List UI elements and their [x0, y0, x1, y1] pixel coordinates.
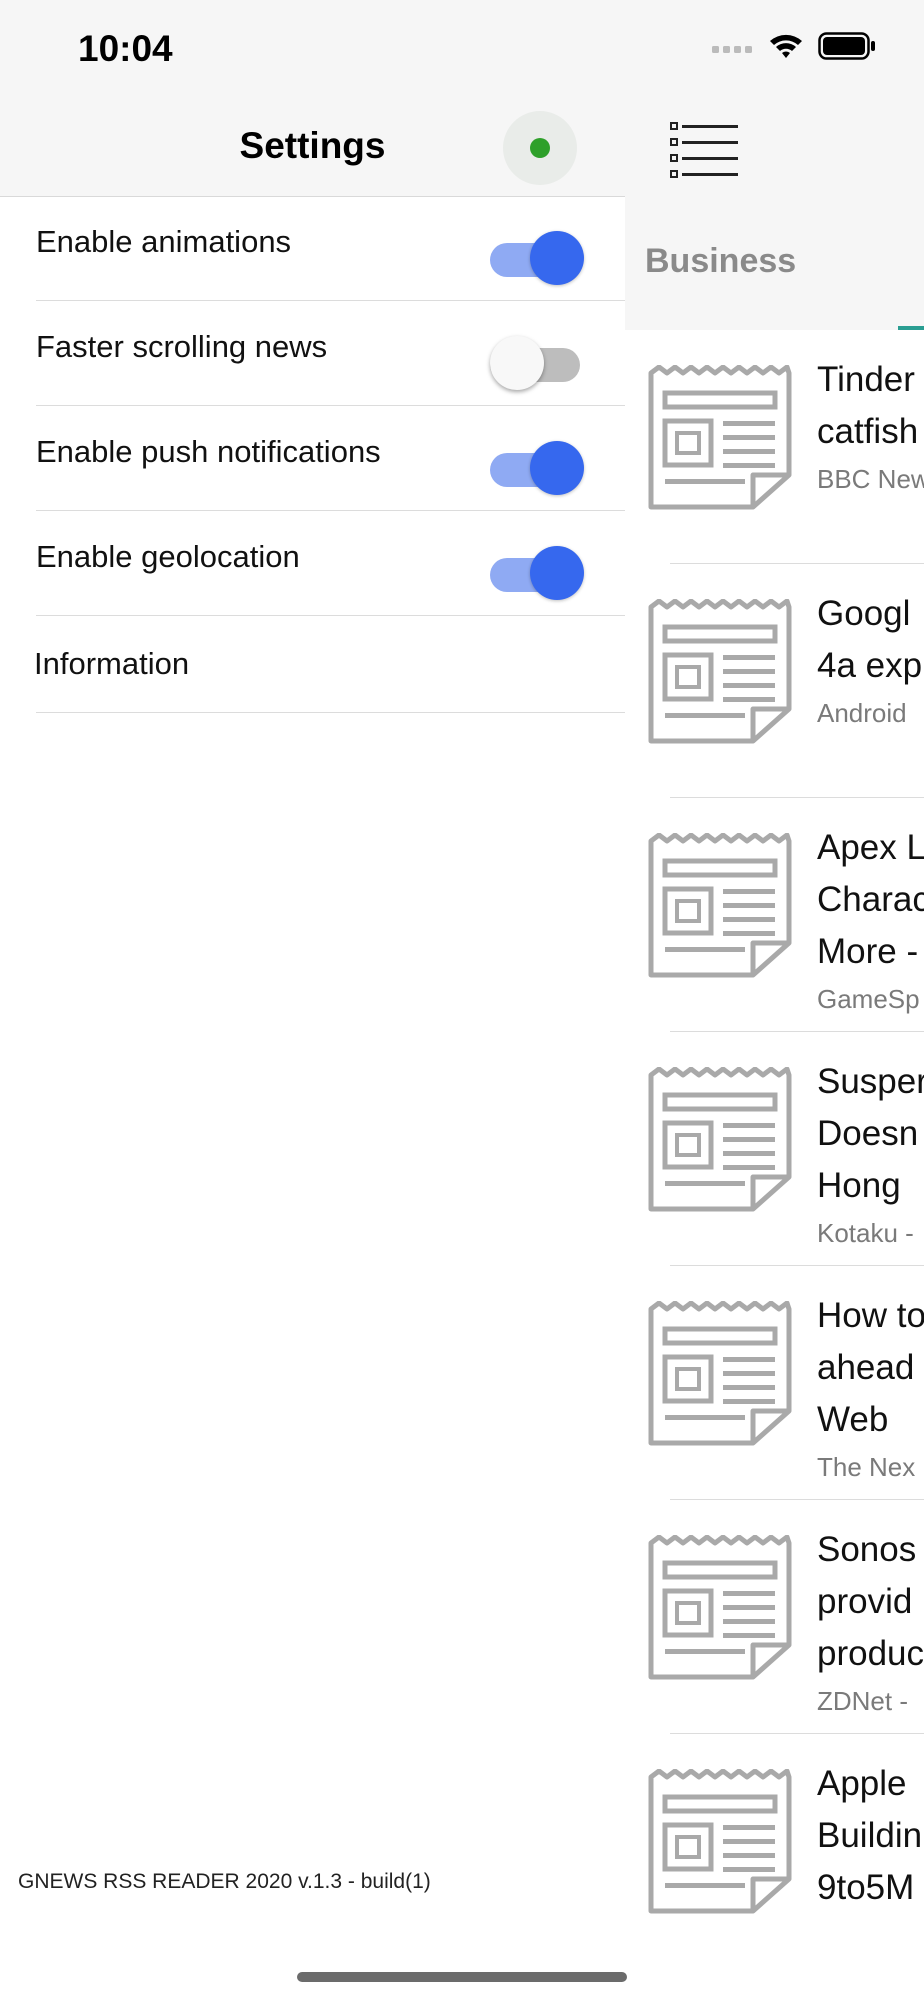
headline-line: provid: [817, 1582, 913, 1621]
setting-label: Enable animations: [36, 224, 292, 259]
headline-line: Apple: [817, 1764, 907, 1803]
news-item[interactable]: Susper Doesn Hong Kotaku -: [625, 1032, 924, 1266]
wifi-icon: [768, 32, 804, 65]
news-headline: Sonos provid produc: [817, 1524, 924, 1680]
home-indicator: [297, 1972, 627, 1982]
news-source: Android: [817, 698, 907, 728]
information-row[interactable]: Information: [34, 616, 625, 713]
news-thumbnail-icon: [647, 1300, 793, 1452]
setting-row-animations: Enable animations: [36, 196, 625, 301]
toggle-knob: [530, 546, 584, 600]
news-thumbnail-icon: [647, 1534, 793, 1686]
news-thumbnail-icon: [647, 832, 793, 984]
headline-line: Googl: [817, 594, 911, 633]
settings-panel: Settings Enable animations Faster scroll…: [0, 0, 625, 2000]
headline-line: Doesn: [817, 1114, 919, 1153]
faster-scrolling-toggle[interactable]: [490, 336, 586, 390]
news-source: Kotaku -: [817, 1218, 914, 1248]
headline-line: Charac: [817, 880, 924, 919]
setting-row-faster-scrolling: Faster scrolling news: [36, 301, 625, 406]
headline-line: Sonos: [817, 1530, 917, 1569]
toggle-knob: [530, 231, 584, 285]
headline-line: catfish: [817, 412, 919, 451]
news-headline: Tinder catfish: [817, 354, 918, 458]
news-item[interactable]: Googl 4a exp Android: [625, 564, 924, 798]
news-header: Business: [625, 100, 924, 330]
list-menu-icon[interactable]: [670, 122, 740, 183]
news-thumbnail-icon: [647, 1768, 793, 1920]
news-item[interactable]: Apex L Charac More - GameSp: [625, 798, 924, 1032]
news-item[interactable]: Sonos provid produc ZDNet -: [625, 1500, 924, 1734]
geolocation-toggle[interactable]: [490, 546, 586, 600]
status-dot-icon: [530, 138, 550, 158]
push-notifications-toggle[interactable]: [490, 441, 586, 495]
news-source: GameSp: [817, 984, 920, 1014]
headline-line: Web: [817, 1400, 889, 1439]
setting-label: Enable geolocation: [36, 539, 300, 574]
headline-line: Hong: [817, 1166, 901, 1205]
toggle-knob: [490, 336, 544, 390]
news-source: ZDNet -: [817, 1686, 908, 1716]
headline-line: Susper: [817, 1062, 924, 1101]
news-source: BBC New: [817, 464, 924, 494]
news-item[interactable]: How to ahead Web The Nex: [625, 1266, 924, 1500]
headline-line: ahead: [817, 1348, 915, 1387]
news-source: The Nex: [817, 1452, 916, 1482]
headline-line: 9to5M: [817, 1868, 915, 1907]
news-headline: Susper Doesn Hong: [817, 1056, 924, 1212]
news-headline: Googl 4a exp: [817, 588, 922, 692]
status-bar: 10:04: [0, 0, 924, 100]
news-thumbnail-icon: [647, 364, 793, 516]
headline-line: Buildin: [817, 1816, 923, 1855]
news-headline: How to ahead Web: [817, 1290, 924, 1446]
news-headline: Apple Buildin 9to5M: [817, 1758, 922, 1914]
headline-line: Apex L: [817, 828, 924, 867]
status-icons: [712, 32, 876, 65]
information-label: Information: [34, 646, 190, 681]
headline-line: 4a exp: [817, 646, 923, 685]
news-headline: Apex L Charac More -: [817, 822, 924, 978]
setting-label: Faster scrolling news: [36, 329, 328, 364]
tab-business[interactable]: Business: [645, 242, 796, 281]
news-panel: Business Tinder catfish BBC New Googl 4a exp…: [625, 0, 924, 2000]
headline-line: Tinder: [817, 360, 915, 399]
toggle-knob: [530, 441, 584, 495]
setting-row-push-notifications: Enable push notifications: [36, 406, 625, 511]
headline-line: How to: [817, 1296, 924, 1335]
headline-line: More -: [817, 932, 919, 971]
animations-toggle[interactable]: [490, 231, 586, 285]
status-time: 10:04: [78, 28, 173, 69]
connection-status-button[interactable]: [503, 111, 577, 185]
battery-icon: [818, 32, 876, 65]
cellular-signal-icon: [712, 40, 754, 58]
app-version-footer: GNEWS RSS READER 2020 v.1.3 - build(1): [18, 1870, 431, 1893]
news-thumbnail-icon: [647, 598, 793, 750]
news-thumbnail-icon: [647, 1066, 793, 1218]
news-item[interactable]: Tinder catfish BBC New: [625, 330, 924, 564]
news-item[interactable]: Apple Buildin 9to5M: [625, 1734, 924, 1968]
headline-line: produc: [817, 1634, 924, 1673]
settings-nav-bar: Settings: [0, 100, 625, 197]
setting-row-geolocation: Enable geolocation: [36, 511, 625, 616]
setting-label: Enable push notifications: [36, 434, 381, 469]
